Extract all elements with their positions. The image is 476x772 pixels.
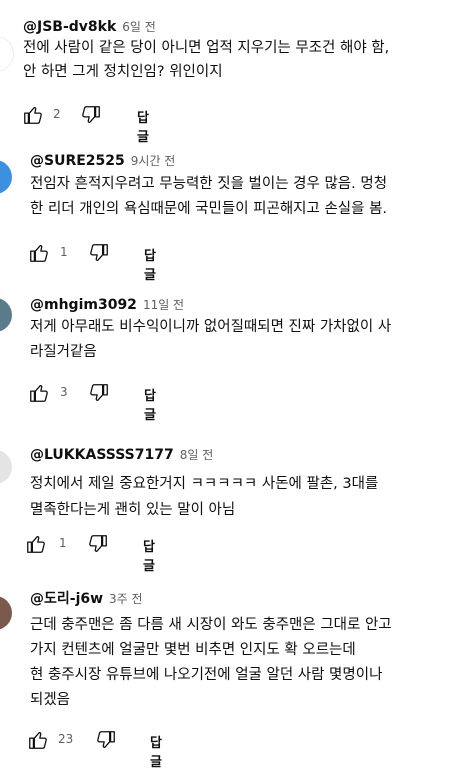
reply-button[interactable]: 답글 [144, 245, 156, 283]
author-name[interactable]: @LUKKASSSS7177 [30, 447, 174, 463]
dislike-button[interactable] [87, 533, 109, 559]
comment-header: @도리-j6w 3주 전 [30, 588, 143, 608]
avatar[interactable] [0, 36, 14, 72]
comment-text-line: 저게 아무래도 비수익이니까 없어질때되면 진짜 가차없이 사 [30, 319, 392, 335]
comment-text-line: 현 충주시장 유튜브에 나오기전에 얼굴 알던 사람 몇명이나 [30, 667, 383, 683]
comment-text-line: 가지 컨텐츠에 얼굴만 몇번 비추면 인지도 확 오르는데 [30, 642, 356, 658]
comment-text-line: 되겠음 [30, 692, 71, 708]
like-button[interactable] [28, 382, 50, 408]
thumbs-up-icon [28, 245, 50, 268]
reply-button[interactable]: 답글 [137, 107, 149, 145]
comment-text-line: 전에 사람이 같은 당이 아니면 업적 지우기는 무조건 해야 함, [23, 40, 390, 56]
author-name[interactable]: @도리-j6w [30, 591, 103, 607]
author-name[interactable]: @SURE2525 [30, 153, 125, 169]
comment-text-line: 전임자 흔적지우려고 무능력한 짓을 벌이는 경우 많음. 멍청 [30, 176, 388, 192]
like-button[interactable] [22, 104, 44, 130]
thumbs-up-icon [27, 732, 49, 755]
like-count: 1 [59, 536, 67, 550]
like-count: 2 [53, 107, 61, 121]
thumbs-down-icon [88, 384, 110, 408]
thumbs-up-icon [28, 385, 50, 408]
comment-time[interactable]: 8일 전 [180, 448, 214, 462]
like-count: 1 [60, 245, 68, 259]
thumbs-up-icon [22, 107, 44, 130]
comment-time[interactable]: 6일 전 [122, 20, 156, 34]
comment-header: @mhgim3092 11일 전 [30, 294, 184, 313]
comment-text-line: 멸족한다는게 괜히 있는 말이 아님 [30, 502, 236, 518]
avatar[interactable] [0, 596, 12, 630]
reply-button[interactable]: 답글 [150, 732, 162, 770]
comment-time[interactable]: 9시간 전 [131, 154, 176, 168]
thumbs-up-icon [25, 536, 47, 559]
reply-button[interactable]: 답글 [143, 536, 155, 574]
like-button[interactable] [27, 729, 49, 755]
comment: @JSB-dv8kk 6일 전전에 사람이 같은 당이 아니면 업적 지우기는 무… [0, 8, 476, 160]
comment-text-line: 안 하면 그게 정치인임? 위인이지 [23, 64, 223, 80]
like-count: 23 [58, 732, 74, 746]
comment-text-line: 근데 충주맨은 좀 다름 새 시장이 와도 충주맨은 그대로 안고 [30, 617, 392, 633]
comment-text-line: 정치에서 제일 중요한거지 ㅋㅋㅋㅋㅋ 사돈에 팔촌, 3대를 [30, 476, 379, 492]
author-name[interactable]: @JSB-dv8kk [23, 19, 116, 35]
dislike-button[interactable] [88, 242, 110, 268]
like-button[interactable] [25, 533, 47, 559]
avatar[interactable] [0, 160, 12, 194]
comment-text-line: 한 리더 개인의 욕심때문에 국민들이 피곤해지고 손실을 봄. [30, 201, 388, 217]
comment: @mhgim3092 11일 전저게 아무래도 비수익이니까 없어질때되면 진짜 … [0, 294, 476, 446]
comment-header: @SURE2525 9시간 전 [30, 150, 175, 169]
thumbs-down-icon [88, 244, 110, 268]
thumbs-down-icon [95, 731, 117, 755]
avatar[interactable] [0, 298, 12, 332]
comment-time[interactable]: 11일 전 [143, 298, 184, 312]
comment: @도리-j6w 3주 전근데 충주맨은 좀 다름 새 시장이 와도 충주맨은 그대… [0, 588, 476, 770]
thumbs-down-icon [80, 106, 102, 130]
comment-time[interactable]: 3주 전 [109, 592, 143, 606]
dislike-button[interactable] [95, 729, 117, 755]
reply-button[interactable]: 답글 [144, 385, 156, 423]
comment-header: @JSB-dv8kk 6일 전 [23, 16, 156, 35]
like-count: 3 [60, 385, 68, 399]
dislike-button[interactable] [80, 104, 102, 130]
comment: @SURE2525 9시간 전전임자 흔적지우려고 무능력한 짓을 벌이는 경우 … [0, 150, 476, 302]
comment-text-line: 라질거같음 [30, 344, 97, 360]
dislike-button[interactable] [88, 382, 110, 408]
comment-header: @LUKKASSSS7177 8일 전 [30, 444, 213, 463]
comment: @LUKKASSSS7177 8일 전정치에서 제일 중요한거지 ㅋㅋㅋㅋㅋ 사돈… [0, 444, 476, 596]
avatar[interactable] [0, 450, 12, 484]
author-name[interactable]: @mhgim3092 [30, 297, 137, 313]
thumbs-down-icon [87, 535, 109, 559]
like-button[interactable] [28, 242, 50, 268]
